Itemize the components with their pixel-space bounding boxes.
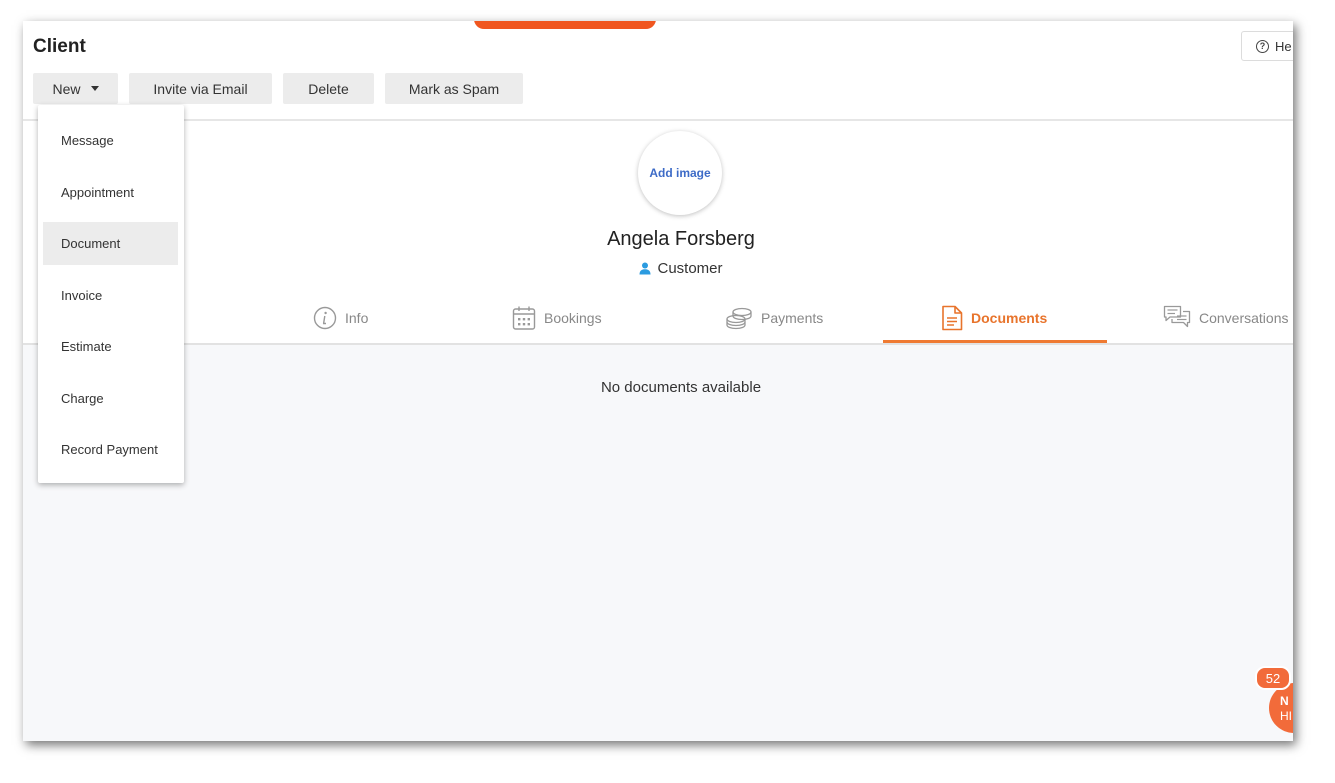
tab-documents[interactable]: Documents bbox=[941, 298, 1047, 338]
help-icon: ? bbox=[1256, 39, 1269, 53]
invite-via-email-button[interactable]: Invite via Email bbox=[129, 73, 272, 104]
help-button[interactable]: ? He bbox=[1241, 31, 1293, 61]
menu-item-document[interactable]: Document bbox=[43, 222, 178, 265]
page-title: Client bbox=[33, 36, 86, 57]
tab-bookings[interactable]: Bookings bbox=[512, 298, 602, 338]
menu-item-message[interactable]: Message bbox=[43, 119, 178, 162]
chat-launcher-line1: N bbox=[1280, 694, 1289, 708]
client-name: Angela Forsberg bbox=[607, 228, 755, 250]
tab-info-label: Info bbox=[345, 310, 369, 326]
menu-item-appointment[interactable]: Appointment bbox=[43, 171, 178, 214]
tab-bookings-label: Bookings bbox=[544, 310, 602, 326]
tab-documents-label: Documents bbox=[971, 310, 1048, 326]
tab-conversations[interactable]: Conversations bbox=[1163, 298, 1289, 338]
client-type-label: Customer bbox=[657, 260, 723, 277]
menu-item-record-payment[interactable]: Record Payment bbox=[43, 428, 178, 471]
person-icon bbox=[639, 262, 651, 275]
menu-item-invoice[interactable]: Invoice bbox=[43, 274, 178, 317]
client-type: Customer bbox=[23, 260, 1293, 277]
tab-conversations-label: Conversations bbox=[1199, 310, 1289, 326]
header-divider bbox=[23, 119, 1293, 121]
menu-item-estimate[interactable]: Estimate bbox=[43, 325, 178, 368]
tab-payments-label: Payments bbox=[761, 310, 824, 326]
new-button-label: New bbox=[52, 80, 81, 97]
calendar-icon bbox=[512, 306, 536, 330]
top-notification-banner[interactable] bbox=[474, 21, 656, 29]
info-icon bbox=[313, 306, 337, 330]
delete-button[interactable]: Delete bbox=[283, 73, 374, 104]
add-image-button[interactable]: Add image bbox=[638, 131, 722, 215]
new-button[interactable]: New bbox=[33, 73, 118, 104]
empty-documents-message: No documents available bbox=[600, 379, 762, 396]
new-dropdown-menu: Message Appointment Document Invoice Est… bbox=[38, 105, 184, 483]
caret-down-icon bbox=[90, 86, 99, 91]
chat-launcher-line2: HI bbox=[1280, 709, 1292, 723]
menu-item-charge[interactable]: Charge bbox=[43, 377, 178, 420]
chat-unread-badge: 52 bbox=[1255, 666, 1291, 690]
mark-as-spam-button[interactable]: Mark as Spam bbox=[385, 73, 523, 104]
help-label: He bbox=[1275, 38, 1292, 54]
coins-icon bbox=[726, 307, 752, 330]
chat-bubbles-icon bbox=[1163, 305, 1191, 328]
documents-panel bbox=[23, 345, 1293, 741]
tab-payments[interactable]: Payments bbox=[725, 298, 823, 338]
tab-info[interactable]: Info bbox=[313, 298, 368, 338]
document-icon bbox=[942, 305, 963, 331]
client-window: Client ? He New Invite via Email Delete … bbox=[23, 21, 1293, 741]
